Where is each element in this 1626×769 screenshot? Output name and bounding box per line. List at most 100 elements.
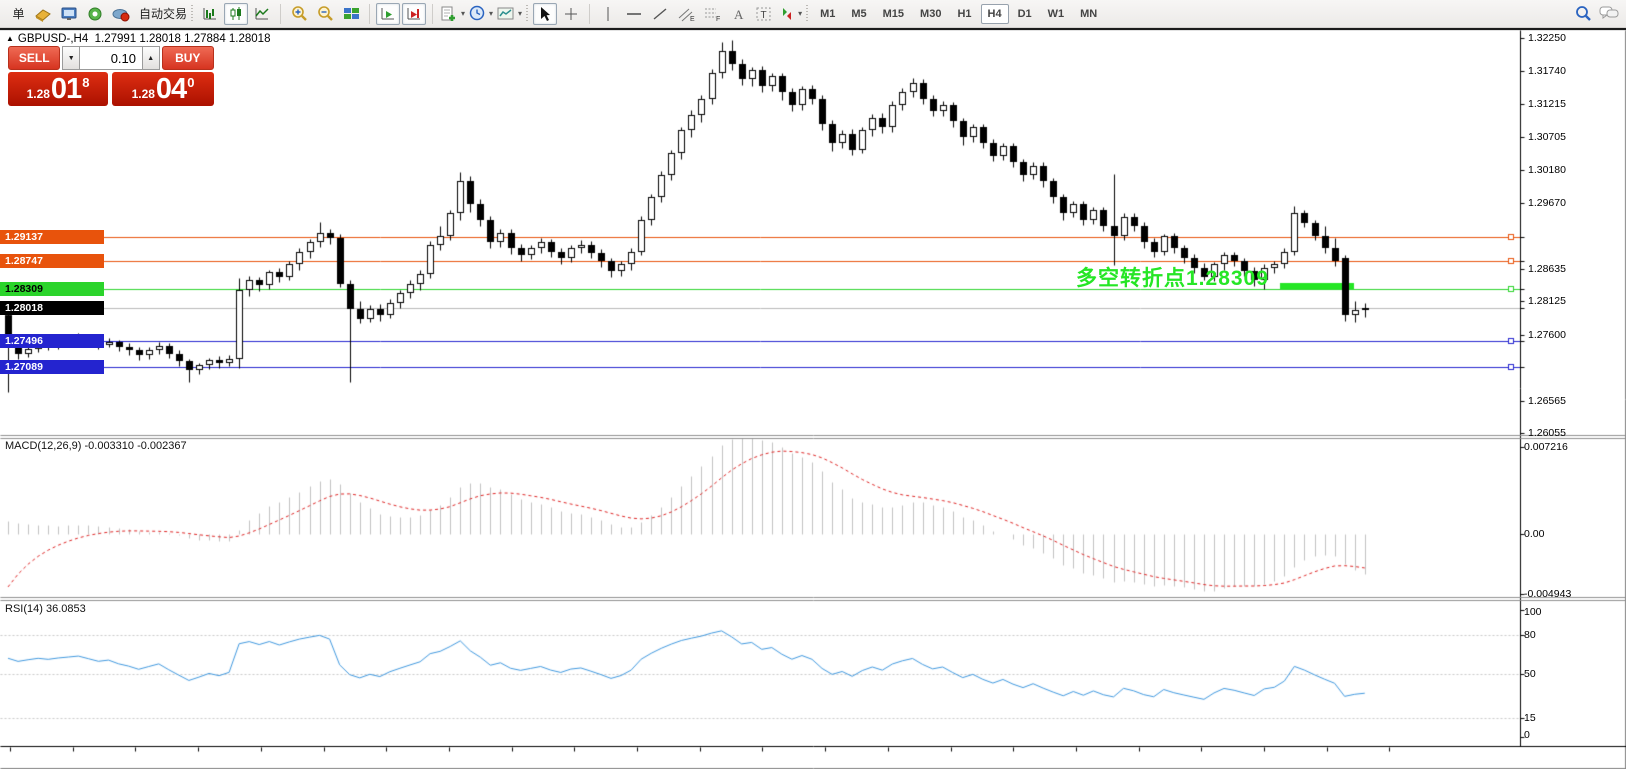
fibonacci-icon: F [703,6,721,22]
terminal-button[interactable] [57,3,81,25]
chevron-down-icon[interactable]: ▾ [518,9,522,18]
volume-input[interactable] [80,46,142,70]
chart-annotation-text[interactable]: 多空转折点1.28309 [1076,262,1269,292]
price-badge: 1.27089 [0,360,104,374]
rsi-tick-label: 0 [1524,730,1530,741]
tab-timeframe-H4[interactable]: H4 [981,4,1009,24]
chart-canvas[interactable] [0,0,1626,769]
chat-button[interactable] [1597,3,1621,25]
volume-increment-button[interactable]: ▲ [142,46,160,70]
cursor-tool-button[interactable] [533,3,557,25]
data-window-button[interactable] [31,3,55,25]
sell-price-sup: 8 [82,75,89,90]
toolbar-grip [191,5,193,23]
indicator-add-icon [440,5,458,22]
zoom-out-button[interactable] [313,3,337,25]
svg-text:A: A [734,7,744,22]
auto-scroll-icon [380,6,397,22]
new-order-label: 单 [12,5,24,22]
rsi-name: RSI(14) [5,603,43,615]
text-tool-button[interactable]: A [726,3,750,25]
toolbar-grip [526,5,528,23]
tab-timeframe-M15[interactable]: M15 [876,4,911,24]
vertical-line-tool-button[interactable] [596,3,620,25]
autotrading-button[interactable]: 自动交易 [135,3,188,25]
tab-timeframe-M1[interactable]: M1 [813,4,842,24]
ohlc-values: 1.27991 1.28018 1.27884 1.28018 [95,33,271,45]
toolbar-grip [806,5,808,23]
market-cloud-icon [111,6,131,22]
auto-scroll-button[interactable] [376,3,400,25]
macd-name: MACD(12,26,9) [5,440,81,452]
tab-timeframe-MN[interactable]: MN [1073,4,1104,24]
line-chart-icon [254,6,270,22]
vertical-line-icon [603,6,613,22]
search-icon [1574,5,1592,22]
arrows-tool-button[interactable]: ▾ [778,3,803,25]
text-label-tool-button[interactable]: T [752,3,776,25]
timeframe-toolbar: M1M5M15M30H1H4D1W1MN [812,4,1105,24]
autotrading-label: 自动交易 [139,5,187,22]
price-tick-label: 1.31740 [1528,66,1566,77]
chart-title: ▲GBPUSD-,H4 1.27991 1.28018 1.27884 1.28… [6,33,270,45]
templates-button[interactable]: ▾ [496,3,523,25]
chart-shift-button[interactable] [402,3,426,25]
crosshair-tool-button[interactable] [559,3,583,25]
tab-timeframe-W1[interactable]: W1 [1041,4,1072,24]
price-tick-label: 1.30180 [1528,165,1566,176]
search-button[interactable] [1571,3,1595,25]
horizontal-line-icon [625,6,643,22]
price-badge: 1.28309 [0,282,104,296]
macd-values: -0.003310 -0.002367 [84,440,186,452]
collapse-triangle-icon[interactable]: ▲ [6,34,14,43]
crosshair-icon [563,6,579,22]
chart-shift-icon [406,6,423,22]
sell-price-prefix: 1.28 [27,87,50,101]
tab-timeframe-M5[interactable]: M5 [844,4,873,24]
chat-bubbles-icon [1599,5,1619,22]
chart-type-candles-button[interactable] [224,3,248,25]
chart-type-line-button[interactable] [250,3,274,25]
chevron-down-icon[interactable]: ▾ [798,9,802,18]
tile-windows-icon [343,6,360,22]
tab-timeframe-D1[interactable]: D1 [1011,4,1039,24]
buy-button[interactable]: BUY [162,46,214,70]
macd-indicator-label: MACD(12,26,9) -0.003310 -0.002367 [5,440,187,452]
one-click-trading-panel: SELL ▼ ▲ BUY 1.28 01 8 1.28 04 0 [8,46,214,106]
rsi-tick-label: 50 [1524,669,1536,680]
zoom-in-button[interactable] [287,3,311,25]
indicators-button[interactable]: ▾ [439,3,466,25]
signals-button[interactable] [83,3,107,25]
macd-tick-label: 0.00 [1524,529,1544,540]
trendline-tool-button[interactable] [648,3,672,25]
volume-decrement-button[interactable]: ▼ [62,46,80,70]
buy-price-display[interactable]: 1.28 04 0 [112,72,214,106]
price-tick-label: 1.26055 [1528,428,1566,439]
chart-window-border [0,28,1626,30]
tile-windows-button[interactable] [339,3,363,25]
chevron-down-icon[interactable]: ▾ [489,9,493,18]
arrow-shapes-icon [779,6,795,22]
market-button[interactable] [109,3,133,25]
channel-tool-button[interactable]: E [674,3,698,25]
toolbar-separator [589,4,590,24]
new-order-button[interactable]: 单 [5,3,29,25]
template-chart-icon [497,6,515,22]
tab-timeframe-H1[interactable]: H1 [950,4,978,24]
macd-tick-label: -0.004943 [1524,589,1571,600]
price-badge: 1.28747 [0,254,104,268]
tab-timeframe-M30[interactable]: M30 [913,4,948,24]
sell-price-display[interactable]: 1.28 01 8 [8,72,108,106]
sell-price-big: 01 [51,75,81,104]
price-tick-label: 1.27600 [1528,330,1566,341]
candlestick-chart-icon [228,6,244,22]
chevron-down-icon[interactable]: ▾ [461,9,465,18]
text-a-icon: A [731,6,745,22]
cursor-arrow-icon [538,6,552,22]
periods-button[interactable]: ▾ [468,3,494,25]
sell-button[interactable]: SELL [8,46,60,70]
main-toolbar: 单 自动交易 [0,0,1626,28]
horizontal-line-tool-button[interactable] [622,3,646,25]
fibonacci-tool-button[interactable]: F [700,3,724,25]
chart-type-bars-button[interactable] [198,3,222,25]
